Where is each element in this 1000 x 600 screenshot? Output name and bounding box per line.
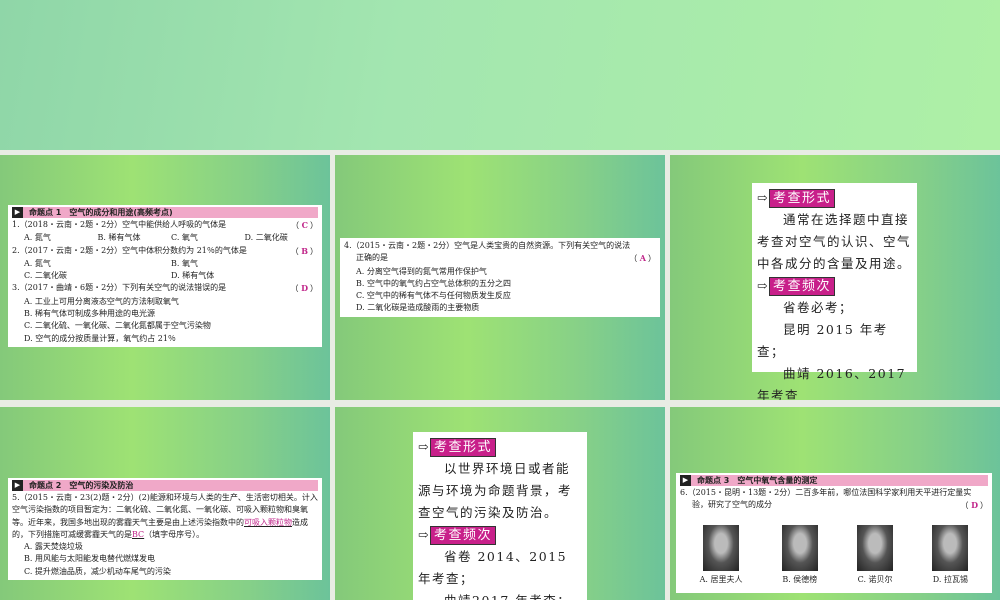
option: A. 居里夫人 bbox=[699, 574, 743, 584]
slide-thumbnail-4[interactable]: ▶ 命题点 2 空气的污染及防治 5.（2015・云南・23(2)题・2分）(2)… bbox=[0, 407, 330, 600]
option: B. 空气中的氧气约占空气总体积的五分之四 bbox=[356, 278, 511, 288]
option: C. 提升燃油品质，减少机动车尾气的污染 bbox=[24, 566, 171, 576]
slide-thumbnail-1[interactable]: ▶ 命题点 1 空气的成分和用途(高频考点) 1.（2018・云南・2题・2分）空… bbox=[0, 155, 330, 400]
exam-frequency-tag: 考查频次 bbox=[768, 277, 835, 296]
option: B. 氧气 bbox=[171, 258, 198, 268]
question-stem: 1.（2018・云南・2题・2分）空气中能供给人呼吸的气体是 bbox=[12, 220, 227, 229]
slide-thumbnail-6[interactable]: ▶ 命题点 3 空气中氧气含量的测定 6.（2015・昆明・13题・2分）二百多年… bbox=[670, 407, 1000, 600]
option: C. 二氧化硫、一氧化碳、二氧化氮都属于空气污染物 bbox=[24, 321, 211, 331]
option: A. 氮气 bbox=[24, 258, 51, 268]
option: C. 诺贝尔 bbox=[857, 574, 893, 584]
answer: D bbox=[971, 500, 978, 511]
section-title: 命题点 2 空气的污染及防治 bbox=[29, 481, 134, 490]
frequency-line: 省卷必考； bbox=[783, 300, 854, 315]
exam-info-card: ⇨ 考查形式 通常在选择题中直接考查对空气的认识、空气中各成分的含量及用途。 ⇨ 考… bbox=[752, 183, 917, 400]
portrait-option-a: A. 居里夫人 bbox=[699, 524, 743, 586]
answer: C bbox=[301, 220, 308, 230]
option: B. 稀有气体 bbox=[97, 233, 141, 243]
portrait-option-b: B. 侯德榜 bbox=[781, 524, 818, 586]
play-icon: ▶ bbox=[12, 480, 23, 491]
answer-blank-1: 可吸入颗粒物 bbox=[244, 517, 292, 527]
answer: D bbox=[301, 283, 308, 294]
option: D. 二氧化碳 bbox=[244, 233, 288, 243]
question-stem: 3.（2017・曲靖・6题・2分）下列有关空气的说法错误的是 bbox=[12, 283, 227, 293]
portrait-option-d: D. 拉瓦锡 bbox=[932, 524, 969, 586]
section-title: 命题点 3 空气中氧气含量的测定 bbox=[697, 476, 818, 485]
portrait-image bbox=[857, 524, 894, 571]
option: D. 二氧化碳是造成酸雨的主要物质 bbox=[356, 303, 480, 313]
option: D. 空气的成分按质量计算，氧气约占 21％ bbox=[24, 333, 176, 343]
question-stem: 6.（2015・昆明・13题・2分）二百多年前，哪位法国科学家利用天平进行定量实 bbox=[680, 488, 972, 497]
slide-thumbnail-5[interactable]: ⇨ 考查形式 以世界环境日或者能源与环境为命题背景，考查空气的污染及防治。 ⇨ 考查… bbox=[335, 407, 665, 600]
option: A. 氮气 bbox=[24, 233, 51, 243]
frequency-line: 曲靖 2016、2017 年考查 bbox=[757, 366, 907, 400]
frequency-line: 曲靖2017 年考查； bbox=[418, 590, 582, 600]
arrow-icon: ⇨ bbox=[418, 439, 430, 454]
question-stem: 正确的是 bbox=[356, 253, 388, 263]
option: B. 用风能与太阳能发电替代燃煤发电 bbox=[24, 554, 155, 564]
question-card: 4.（2015・云南・2题・2分）空气是人类宝贵的自然资源。下列有关空气的说法 … bbox=[340, 238, 660, 317]
portrait-option-c: C. 诺贝尔 bbox=[857, 524, 894, 586]
option: D. 稀有气体 bbox=[171, 271, 215, 281]
arrow-icon: ⇨ bbox=[757, 278, 769, 293]
option: A. 工业上可用分离液态空气的方法制取氧气 bbox=[24, 296, 179, 306]
exam-info-card: ⇨ 考查形式 以世界环境日或者能源与环境为命题背景，考查空气的污染及防治。 ⇨ 考查… bbox=[413, 432, 587, 600]
question-stem: 验，研究了空气的成分 bbox=[692, 500, 772, 510]
exam-form-text: 通常在选择题中直接考查对空气的认识、空气中各成分的含量及用途。 bbox=[757, 212, 912, 271]
slide-thumbnail-2[interactable]: 4.（2015・云南・2题・2分）空气是人类宝贵的自然资源。下列有关空气的说法 … bbox=[335, 155, 665, 400]
question-stem: （填字母序号）。 bbox=[144, 529, 205, 539]
slide-thumbnail-3[interactable]: ⇨ 考查形式 通常在选择题中直接考查对空气的认识、空气中各成分的含量及用途。 ⇨ 考… bbox=[670, 155, 1000, 400]
exam-form-text: 以世界环境日或者能源与环境为命题背景，考查空气的污染及防治。 bbox=[418, 461, 573, 520]
option: A. 露天焚烧垃圾 bbox=[24, 542, 83, 552]
frequency-line: 省卷 2014、2015 年考查； bbox=[418, 549, 568, 586]
exam-form-tag: 考查形式 bbox=[768, 189, 835, 208]
question-stem: 4.（2015・云南・2题・2分）空气是人类宝贵的自然资源。下列有关空气的说法 bbox=[344, 241, 631, 250]
option: B. 侯德榜 bbox=[782, 574, 818, 584]
question-card: ▶ 命题点 1 空气的成分和用途(高频考点) 1.（2018・云南・2题・2分）空… bbox=[8, 205, 322, 347]
option: A. 分离空气得到的氮气常用作保护气 bbox=[356, 266, 487, 276]
section-header: ▶ 命题点 3 空气中氧气含量的测定 bbox=[680, 475, 988, 486]
exam-form-tag: 考查形式 bbox=[429, 438, 496, 457]
portrait-image bbox=[703, 524, 740, 571]
question-card: ▶ 命题点 3 空气中氧气含量的测定 6.（2015・昆明・13题・2分）二百多年… bbox=[676, 473, 992, 593]
section-title: 命题点 1 空气的成分和用途(高频考点) bbox=[29, 208, 173, 217]
question-stem: 2.（2017・云南・2题・2分）空气中体积分数约为 21％的气体是 bbox=[12, 245, 247, 255]
question-card: ▶ 命题点 2 空气的污染及防治 5.（2015・云南・23(2)题・2分）(2)… bbox=[8, 478, 322, 581]
answer-blank-2: BC bbox=[132, 529, 145, 539]
option: B. 稀有气体可制成多种用途的电光源 bbox=[24, 309, 155, 319]
frequency-line: 昆明 2015 年考查； bbox=[757, 322, 888, 359]
section-header: ▶ 命题点 2 空气的污染及防治 bbox=[12, 480, 318, 491]
portrait-image bbox=[781, 524, 818, 571]
title-banner bbox=[0, 0, 1000, 150]
play-icon: ▶ bbox=[680, 475, 691, 486]
portrait-image bbox=[932, 524, 969, 571]
option: C. 二氧化碳 bbox=[24, 271, 67, 281]
option: C. 氧气 bbox=[171, 233, 198, 243]
arrow-icon: ⇨ bbox=[757, 190, 769, 205]
answer: A bbox=[639, 253, 646, 264]
arrow-icon: ⇨ bbox=[418, 527, 430, 542]
exam-frequency-tag: 考查频次 bbox=[429, 526, 496, 545]
option: C. 空气中的稀有气体不与任何物质发生反应 bbox=[356, 291, 511, 301]
play-icon: ▶ bbox=[12, 207, 23, 218]
section-header: ▶ 命题点 1 空气的成分和用途(高频考点) bbox=[12, 207, 318, 218]
answer: B bbox=[301, 245, 308, 256]
option: D. 拉瓦锡 bbox=[932, 574, 968, 584]
